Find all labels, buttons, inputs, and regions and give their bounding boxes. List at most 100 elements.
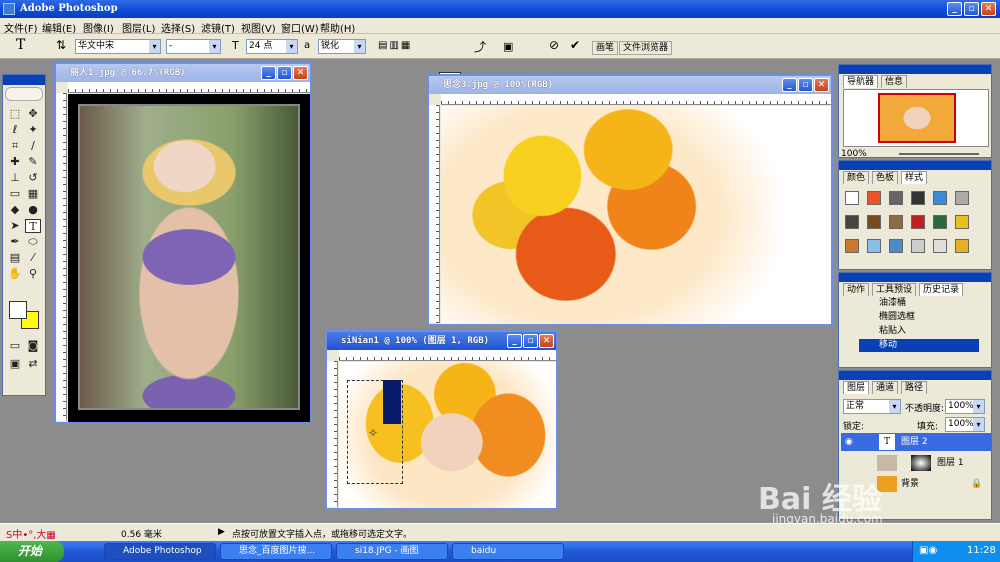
minimize-button[interactable]: _ — [947, 2, 962, 16]
transform-center-icon[interactable]: ✧ — [368, 426, 378, 440]
tab-paths[interactable]: 路径 — [901, 381, 928, 394]
font-style-select[interactable]: - — [166, 39, 221, 54]
menu-layer[interactable]: 图层(L) — [122, 20, 155, 35]
doc-minimize-button[interactable]: _ — [782, 78, 797, 92]
doc-close-button[interactable]: ✕ — [814, 78, 829, 92]
canvas[interactable] — [68, 94, 310, 422]
doc-maximize-button[interactable]: ▫ — [277, 66, 292, 80]
dodge-tool-icon[interactable]: ● — [25, 203, 41, 217]
magic-wand-icon[interactable]: ✦ — [25, 123, 41, 137]
warp-text-icon[interactable]: ⤴ — [474, 38, 486, 55]
path-select-icon[interactable]: ➤ — [7, 219, 23, 233]
tab-channels[interactable]: 通道 — [872, 381, 899, 394]
slice-tool-icon[interactable]: ∕ — [25, 139, 41, 153]
commit-icon[interactable]: ✔ — [570, 38, 580, 52]
style-swatch[interactable] — [889, 191, 903, 205]
tab-brushes[interactable]: 画笔 — [592, 41, 619, 55]
menu-file[interactable]: 文件(F) — [4, 20, 38, 35]
jump-to-imageready-icon[interactable]: ⇄ — [25, 357, 41, 371]
document-window-portrait[interactable]: 丽人1.jpg @ 66.7%(RGB) _ ▫ ✕ — [54, 62, 312, 424]
layer-row[interactable]: 图层 1 — [841, 453, 991, 473]
tab-layers[interactable]: 图层 — [843, 381, 870, 394]
tab-styles[interactable]: 样式 — [901, 171, 928, 184]
composite-canvas[interactable]: ✧ — [339, 362, 556, 508]
navigator-preview[interactable] — [843, 89, 989, 147]
style-swatch[interactable] — [911, 191, 925, 205]
style-none-swatch[interactable] — [845, 191, 859, 205]
doc-close-button[interactable]: ✕ — [539, 334, 554, 348]
tray-icons[interactable]: ▣◉ — [919, 545, 937, 556]
style-swatch[interactable] — [933, 239, 947, 253]
menu-view[interactable]: 视图(V) — [241, 20, 276, 35]
style-swatch[interactable] — [955, 191, 969, 205]
history-item[interactable]: 油漆桶 — [859, 297, 979, 310]
notes-tool-icon[interactable]: ▤ — [7, 251, 23, 265]
document-window-composite[interactable]: siNian1 @ 100% (图层 1, RGB) _ ▫ ✕ ✧ — [325, 330, 558, 510]
align-buttons-icon[interactable]: ▤▥▦ — [378, 40, 412, 51]
style-swatch[interactable] — [845, 215, 859, 229]
history-item-selected[interactable]: 移动 — [859, 339, 979, 352]
menu-select[interactable]: 选择(S) — [161, 20, 195, 35]
document-window-leaves[interactable]: 思念3.jpg @ 100%(RGB) _ ▫ ✕ — [427, 74, 833, 326]
menu-help[interactable]: 帮助(H) — [320, 20, 355, 35]
font-family-select[interactable]: 华文中宋 — [75, 39, 161, 54]
blend-mode-select[interactable]: 正常 — [843, 399, 901, 414]
text-orientation-icon[interactable]: ⇅ — [56, 38, 66, 52]
close-button[interactable]: ✕ — [981, 2, 996, 16]
tab-history[interactable]: 历史记录 — [919, 283, 964, 296]
standard-mode-icon[interactable]: ▭ — [7, 339, 23, 353]
horizontal-ruler[interactable] — [441, 94, 831, 105]
style-swatch[interactable] — [955, 215, 969, 229]
tab-info[interactable]: 信息 — [881, 75, 908, 88]
tab-color[interactable]: 颜色 — [843, 171, 870, 184]
style-swatch[interactable] — [889, 239, 903, 253]
doc-maximize-button[interactable]: ▫ — [798, 78, 813, 92]
pen-tool-icon[interactable]: ✒ — [7, 235, 23, 249]
style-swatch[interactable] — [867, 215, 881, 229]
navigator-zoom-slider[interactable] — [899, 153, 979, 155]
style-swatch[interactable] — [911, 239, 925, 253]
style-swatch[interactable] — [955, 239, 969, 253]
doc-maximize-button[interactable]: ▫ — [523, 334, 538, 348]
stamp-tool-icon[interactable]: ⊥ — [7, 171, 23, 185]
style-swatch[interactable] — [933, 215, 947, 229]
menu-window[interactable]: 窗口(W) — [281, 20, 319, 35]
opacity-field[interactable]: 100% — [945, 399, 985, 414]
ime-toolbar-icon[interactable]: S中•°,大▦ — [6, 526, 56, 541]
restore-button[interactable]: ▫ — [964, 2, 979, 16]
navigator-view-box[interactable] — [878, 93, 956, 143]
healing-brush-icon[interactable]: ✚ — [7, 155, 23, 169]
start-button[interactable]: 开始 — [0, 541, 64, 562]
quickmask-mode-icon[interactable]: ◙ — [25, 339, 41, 353]
style-swatch[interactable] — [889, 215, 903, 229]
vertical-ruler[interactable] — [429, 105, 440, 323]
horizontal-ruler[interactable] — [68, 82, 310, 93]
taskbar-folder[interactable]: baidu — [452, 543, 564, 560]
history-item[interactable]: 椭圆选框 — [859, 311, 979, 324]
vertical-ruler[interactable] — [56, 93, 67, 421]
tab-navigator[interactable]: 导航器 — [843, 75, 879, 88]
layer-row-selected[interactable]: ◉ T 图层 2 — [841, 433, 991, 451]
style-swatch[interactable] — [911, 215, 925, 229]
brush-tool-icon[interactable]: ✎ — [25, 155, 41, 169]
menu-filter[interactable]: 滤镜(T) — [201, 20, 235, 35]
palette-toggle-icon[interactable]: ▣ — [503, 40, 513, 53]
vertical-ruler[interactable] — [327, 361, 338, 507]
history-item[interactable]: 粘贴入 — [859, 325, 979, 338]
gradient-tool-icon[interactable]: ▦ — [25, 187, 41, 201]
tab-tool-presets[interactable]: 工具预设 — [872, 283, 917, 296]
navigator-zoom-value[interactable]: 100% — [841, 149, 867, 159]
fill-field[interactable]: 100% — [945, 417, 985, 432]
style-swatch[interactable] — [867, 191, 881, 205]
font-size-select[interactable]: 24 点 — [246, 39, 298, 54]
marquee-tool-icon[interactable]: ⬚ — [7, 107, 23, 121]
eyedropper-icon[interactable]: ⁄ — [25, 251, 41, 265]
menu-image[interactable]: 图像(I) — [83, 20, 114, 35]
tab-actions[interactable]: 动作 — [843, 283, 870, 296]
screen-mode-icon[interactable]: ▣ — [7, 357, 23, 371]
doc-minimize-button[interactable]: _ — [261, 66, 276, 80]
crop-tool-icon[interactable]: ⌗ — [7, 139, 23, 153]
style-swatch[interactable] — [845, 239, 859, 253]
taskbar-paint[interactable]: si18.JPG - 画图 — [336, 543, 448, 560]
move-tool-icon[interactable]: ✥ — [25, 107, 41, 121]
